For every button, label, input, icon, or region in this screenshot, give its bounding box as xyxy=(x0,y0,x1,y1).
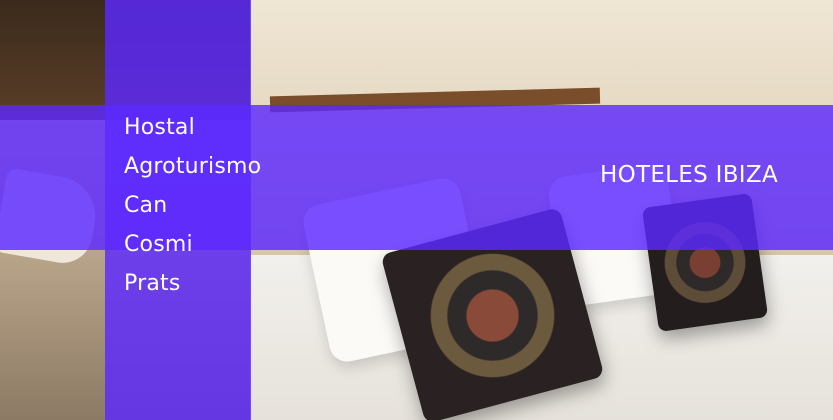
hotel-title-line: Cosmi xyxy=(124,232,193,257)
hotel-title: Hostal Agroturismo Can Cosmi Prats xyxy=(124,108,274,303)
category-link-hoteles-ibiza[interactable]: HOTELES IBIZA xyxy=(600,158,778,192)
hotel-title-line: Can xyxy=(124,193,168,218)
hotel-title-line: Agroturismo xyxy=(124,154,262,179)
hotel-title-line: Prats xyxy=(124,271,181,296)
hotel-title-line: Hostal xyxy=(124,115,195,140)
